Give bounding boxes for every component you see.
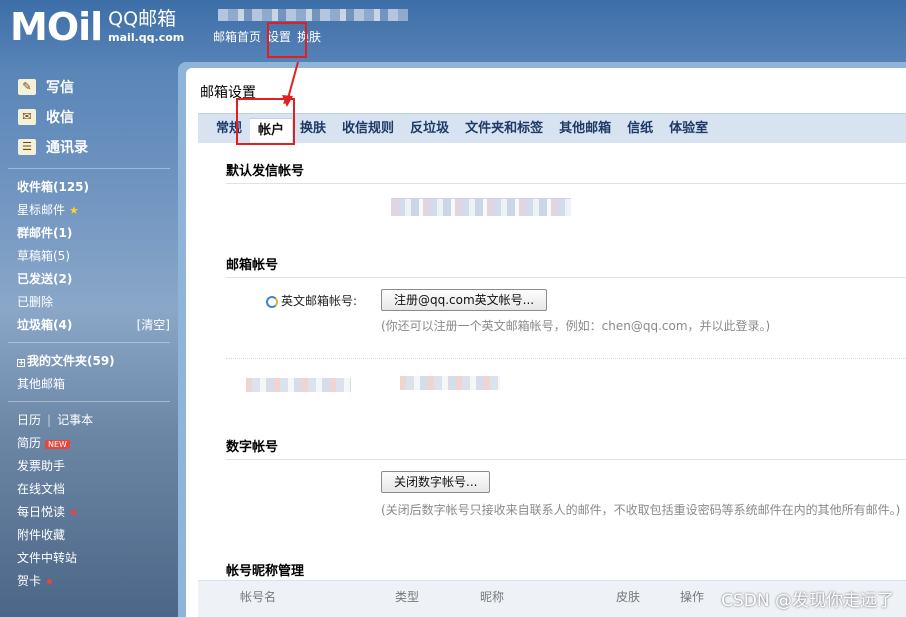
logo-wordmark: MOil xyxy=(10,5,103,49)
other-mailbox[interactable]: 其他邮箱 xyxy=(0,372,178,395)
folder-deleted[interactable]: 已删除 xyxy=(0,290,178,313)
contacts-label: 通讯录 xyxy=(46,140,88,156)
col-skin: 皮肤 xyxy=(616,590,641,604)
sidebar-divider xyxy=(8,168,170,169)
compose-label: 写信 xyxy=(46,80,74,96)
notification-dot xyxy=(71,510,77,515)
folder-spam[interactable]: 垃圾箱(4) [清空] xyxy=(0,313,178,336)
section-default-sender: 默认发信帐号 xyxy=(226,160,906,184)
account-redacted xyxy=(246,378,351,392)
qq-mail-icon xyxy=(266,295,278,308)
tab-lab[interactable]: 体验室 xyxy=(661,114,716,144)
section-digital-account: 数字帐号 xyxy=(226,436,906,460)
folder-sent[interactable]: 已发送(2) xyxy=(0,267,178,290)
calendar-notes-row: 日历 | 记事本 xyxy=(17,411,94,428)
pencil-icon: ✎ xyxy=(18,79,36,95)
user-account-redacted xyxy=(218,9,408,21)
close-digital-hint: (关闭后数字帐号只接收来自联系人的邮件，不收取包括重设密码等系统邮件在内的其他所… xyxy=(381,503,901,517)
account-tab-highlight-box xyxy=(236,98,295,145)
new-badge: NEW xyxy=(45,440,70,449)
compose-button[interactable]: ✎ 写信 xyxy=(0,72,178,102)
register-hint: (你还可以注册一个英文邮箱帐号，例如：chen@qq.com，并以此登录。) xyxy=(381,319,771,333)
register-english-account-button[interactable]: 注册@qq.com英文帐号... xyxy=(381,289,548,311)
receive-button[interactable]: ✉ 收信 xyxy=(0,102,178,132)
folder-drafts[interactable]: 草稿箱(5) xyxy=(0,244,178,267)
logo-domain: mail.qq.com xyxy=(108,31,185,44)
tab-rules[interactable]: 收信规则 xyxy=(334,114,402,144)
app-file-transfer[interactable]: 文件中转站 xyxy=(0,546,178,569)
tab-skin[interactable]: 换肤 xyxy=(292,114,334,144)
account-redacted xyxy=(400,376,500,390)
tab-antispam[interactable]: 反垃圾 xyxy=(402,114,457,144)
sidebar-divider xyxy=(8,401,170,402)
col-account-name: 帐号名 xyxy=(240,590,277,604)
settings-panel: 邮箱设置 常规 帐户 换肤 收信规则 反垃圾 文件夹和标签 其他邮箱 信纸 体验… xyxy=(186,68,906,617)
app-invoice[interactable]: 发票助手 xyxy=(0,454,178,477)
section-heading: 默认发信帐号 xyxy=(226,160,906,184)
app-online-docs[interactable]: 在线文档 xyxy=(0,477,178,500)
expand-icon[interactable]: + xyxy=(17,359,25,367)
contacts-icon: ☰ xyxy=(18,139,36,155)
folder-starred[interactable]: 星标邮件 ★ xyxy=(0,198,178,221)
section-heading: 数字帐号 xyxy=(226,436,906,460)
section-heading: 邮箱帐号 xyxy=(226,254,906,278)
nav-mail-home[interactable]: 邮箱首页 xyxy=(213,28,261,45)
inbox-icon: ✉ xyxy=(18,109,36,125)
settings-tabbar: 常规 帐户 换肤 收信规则 反垃圾 文件夹和标签 其他邮箱 信纸 体验室 xyxy=(198,113,906,144)
top-header: MOil QQ邮箱 mail.qq.com 邮箱首页 设置 换肤 xyxy=(0,0,906,62)
app-daily-read[interactable]: 每日悦读 xyxy=(0,500,178,523)
tab-stationery[interactable]: 信纸 xyxy=(619,114,661,144)
app-cards[interactable]: 贺卡 xyxy=(0,569,178,592)
notification-dot xyxy=(47,579,53,584)
contacts-button[interactable]: ☰ 通讯录 xyxy=(0,132,178,162)
receive-label: 收信 xyxy=(46,110,74,126)
empty-spam-link[interactable]: [清空] xyxy=(137,316,170,333)
settings-highlight-box xyxy=(267,22,307,58)
app-resume[interactable]: 简历 NEW xyxy=(0,431,178,454)
logo-brand: QQ邮箱 xyxy=(108,8,177,30)
notes-link[interactable]: 记事本 xyxy=(57,411,93,428)
app-attachments[interactable]: 附件收藏 xyxy=(0,523,178,546)
col-type: 类型 xyxy=(395,590,420,604)
col-nickname: 昵称 xyxy=(480,590,505,604)
sidebar: ✎ 写信 ✉ 收信 ☰ 通讯录 收件箱(125) 星标邮件 ★ 群邮件(1) 草稿… xyxy=(0,72,178,592)
folder-group-mail[interactable]: 群邮件(1) xyxy=(0,221,178,244)
watermark: CSDN @发现你走远了 xyxy=(721,591,894,611)
section-mail-account: 邮箱帐号 xyxy=(226,254,906,278)
col-actions: 操作 xyxy=(680,590,705,604)
calendar-link[interactable]: 日历 xyxy=(17,411,41,428)
tab-folders-labels[interactable]: 文件夹和标签 xyxy=(457,114,551,144)
english-account-label: 英文邮箱帐号: xyxy=(266,292,357,309)
folder-inbox[interactable]: 收件箱(125) xyxy=(0,175,178,198)
qq-mail-logo[interactable]: MOil QQ邮箱 mail.qq.com xyxy=(10,8,184,46)
sidebar-divider xyxy=(8,342,170,343)
default-sender-redacted xyxy=(391,198,571,216)
tab-other-mailbox[interactable]: 其他邮箱 xyxy=(551,114,619,144)
star-icon: ★ xyxy=(69,204,79,217)
my-folders[interactable]: + 我的文件夹(59) xyxy=(0,349,178,372)
divider xyxy=(226,358,906,359)
close-digital-account-button[interactable]: 关闭数字帐号... xyxy=(381,471,491,493)
